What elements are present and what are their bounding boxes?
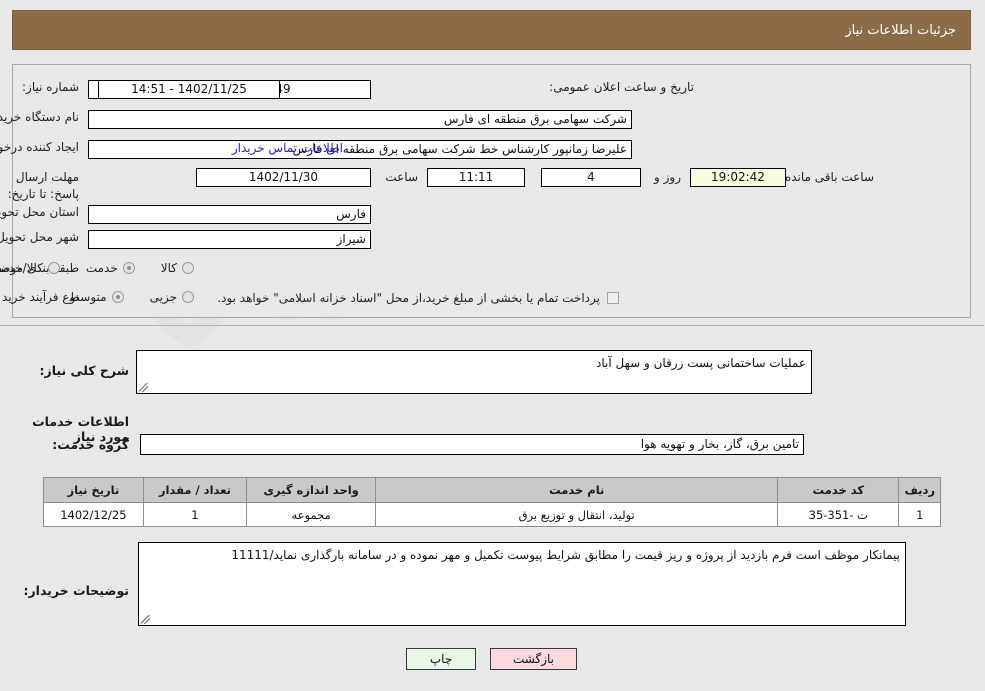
th-service-code: کد خدمت bbox=[778, 477, 901, 503]
countdown-timer-value: 19:02:42 bbox=[691, 168, 787, 187]
purchase-option-motavaset[interactable]: متوسط bbox=[70, 290, 125, 304]
category-option-label-2: کالا/خدمت bbox=[0, 261, 44, 275]
requester-label-row: ایجاد کننده درخواست: bbox=[0, 140, 80, 154]
contact-link-row[interactable]: اطلاعات تماس خریدار bbox=[233, 141, 344, 155]
td-quantity: 1 bbox=[143, 502, 249, 527]
purchase-option-jozii[interactable]: جزیی bbox=[151, 290, 195, 304]
city-value: شیراز bbox=[89, 230, 372, 249]
category-option-kala-khedmat[interactable]: کالا/خدمت bbox=[0, 261, 61, 275]
requester-value: علیرضا زمانپور کارشناس خط شرکت سهامی برق… bbox=[89, 140, 633, 159]
page-header: جزئیات اطلاعات نیاز bbox=[13, 10, 972, 50]
purchase-type-radio-group: جزیی متوسط bbox=[70, 290, 195, 304]
treasury-checkbox-label: پرداخت تمام یا بخشی از مبلغ خرید،از محل … bbox=[218, 291, 601, 305]
category-option-label-1: خدمت bbox=[86, 261, 119, 275]
buyer-contact-link[interactable]: اطلاعات تماس خریدار bbox=[233, 141, 344, 155]
page-root: AnaTender.net جزئیات اطلاعات نیاز شماره … bbox=[0, 0, 985, 691]
services-table: ردیف کد خدمت نام خدمت واحد اندازه گیری ت… bbox=[44, 477, 942, 527]
city-label: شهر محل تحویل: bbox=[0, 230, 80, 244]
purchase-option-label-0: جزیی bbox=[150, 290, 178, 304]
need-number-label: شماره نیاز: bbox=[23, 80, 80, 94]
service-group-label: گروه خدمت: bbox=[53, 437, 130, 452]
buyer-org-label: نام دستگاه خریدار: bbox=[0, 110, 80, 124]
deadline-label: مهلت ارسال پاسخ: تا تاریخ: bbox=[8, 170, 80, 201]
hour-label-row: ساعت bbox=[386, 170, 419, 184]
category-option-kala[interactable]: کالا bbox=[162, 261, 195, 275]
buyer-notes-textarea[interactable]: پیمانکار موظف است فرم بازدید از پروژه و … bbox=[139, 542, 907, 626]
td-need-date: 1402/12/25 bbox=[44, 502, 145, 527]
days-unit-label: روز و bbox=[655, 170, 682, 184]
table-header-row: ردیف کد خدمت نام خدمت واحد اندازه گیری ت… bbox=[44, 477, 942, 503]
countdown-label-row: ساعت باقی مانده bbox=[786, 170, 875, 184]
province-label-row: استان محل تحویل: bbox=[0, 205, 80, 219]
services-table-wrap: ردیف کد خدمت نام خدمت واحد اندازه گیری ت… bbox=[44, 477, 942, 527]
announce-date-label: تاریخ و ساعت اعلان عمومی: bbox=[550, 80, 695, 94]
radio-icon-jozii[interactable] bbox=[183, 291, 195, 303]
need-info-panel bbox=[13, 64, 972, 318]
announce-label-row: تاریخ و ساعت اعلان عمومی: bbox=[550, 80, 695, 94]
purchase-type-label-row: نوع فرآیند خرید : bbox=[0, 290, 80, 304]
days-remaining-value: 4 bbox=[542, 168, 642, 187]
category-option-khedmat[interactable]: خدمت bbox=[87, 261, 136, 275]
purchase-type-label: نوع فرآیند خرید : bbox=[0, 290, 80, 304]
province-value: فارس bbox=[89, 205, 372, 224]
buyer-notes-label: توضیحات خریدار: bbox=[24, 583, 130, 598]
table-row: 1 ت -351-35 تولید، انتقال و توزیع برق مج… bbox=[44, 502, 942, 527]
buyer-org-label-row: نام دستگاه خریدار: bbox=[0, 110, 80, 124]
general-desc-label: شرح کلی نیاز: bbox=[40, 363, 130, 378]
province-label: استان محل تحویل: bbox=[0, 205, 80, 219]
category-option-label-0: کالا bbox=[161, 261, 178, 275]
need-number-label-row: شماره نیاز: bbox=[23, 80, 80, 94]
td-index: 1 bbox=[899, 502, 942, 527]
radio-icon-kala[interactable] bbox=[183, 262, 195, 274]
days-unit-row: روز و bbox=[655, 170, 682, 184]
category-radio-group: کالا خدمت کالا/خدمت bbox=[0, 261, 195, 275]
treasury-checkbox-row[interactable]: پرداخت تمام یا بخشی از مبلغ خرید،از محل … bbox=[218, 291, 620, 305]
radio-icon-khedmat[interactable] bbox=[123, 262, 136, 274]
announce-date-value: 1402/11/25 - 14:51 bbox=[99, 80, 281, 99]
th-unit: واحد اندازه گیری bbox=[247, 477, 378, 503]
th-index: ردیف bbox=[899, 477, 942, 503]
buyer-org-value: شرکت سهامی برق منطقه ای فارس bbox=[89, 110, 633, 129]
hour-label: ساعت bbox=[386, 170, 419, 184]
deadline-date-value: 1402/11/30 bbox=[197, 168, 372, 187]
td-service-code: ت -351-35 bbox=[778, 502, 901, 527]
radio-icon-kala-khedmat[interactable] bbox=[48, 262, 61, 274]
back-button[interactable]: بازگشت bbox=[491, 648, 578, 670]
countdown-label: ساعت باقی مانده bbox=[785, 170, 875, 184]
city-label-row: شهر محل تحویل: bbox=[0, 230, 80, 244]
divider-top bbox=[0, 325, 985, 326]
bottom-button-bar: بازگشت چاپ bbox=[0, 648, 985, 670]
treasury-checkbox-icon[interactable] bbox=[608, 292, 620, 304]
general-desc-textarea[interactable]: عملیات ساختمانی پست زرقان و سهل آباد bbox=[137, 350, 813, 394]
deadline-label-row: مهلت ارسال پاسخ: تا تاریخ: bbox=[2, 168, 80, 202]
purchase-option-label-1: متوسط bbox=[69, 290, 108, 304]
td-unit: مجموعه bbox=[247, 502, 378, 527]
service-group-value: تامین برق، گاز، بخار و تهویه هوا bbox=[141, 434, 805, 455]
td-service-name: تولید، انتقال و توزیع برق bbox=[376, 502, 780, 527]
deadline-time-value: 11:11 bbox=[428, 168, 526, 187]
th-need-date: تاریخ نیاز bbox=[44, 477, 145, 503]
th-service-name: نام خدمت bbox=[376, 477, 780, 503]
page-title: جزئیات اطلاعات نیاز bbox=[846, 22, 957, 38]
th-quantity: تعداد / مقدار bbox=[143, 477, 249, 503]
print-button[interactable]: چاپ bbox=[407, 648, 477, 670]
requester-label: ایجاد کننده درخواست: bbox=[0, 140, 80, 154]
radio-icon-motavaset[interactable] bbox=[112, 291, 125, 303]
